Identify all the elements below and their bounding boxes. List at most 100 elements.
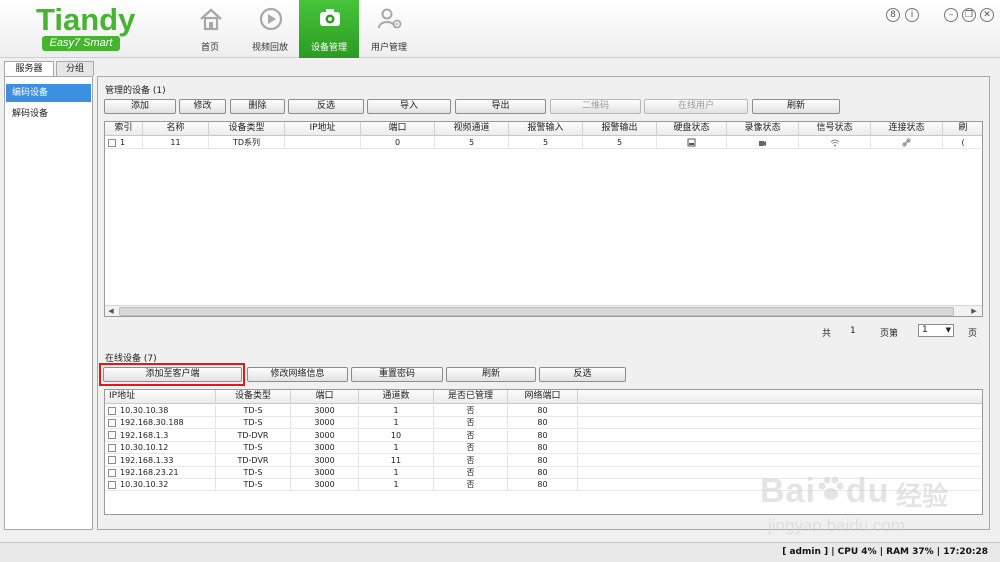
table-row[interactable]: 192.168.30.188 TD-S 3000 1 否 80 <box>105 417 982 430</box>
managed-horizontal-scrollbar[interactable]: ◀ ▶ <box>105 305 982 316</box>
cell-type: TD-S <box>216 417 291 430</box>
invert-select-online-button[interactable]: 反选 <box>539 367 626 382</box>
cell-ip: 192.168.1.3 <box>105 429 216 442</box>
sidebar-item-decoder[interactable]: 解码设备 <box>6 105 91 123</box>
pager-total-label: 共 <box>822 329 832 339</box>
add-button[interactable]: 添加 <box>104 99 176 114</box>
disk-icon <box>687 138 696 147</box>
cell-port: 3000 <box>291 405 359 417</box>
col-online-ip[interactable]: IP地址 <box>105 390 216 404</box>
watermark-word: Bai du <box>760 472 889 511</box>
nav-playback[interactable]: 视频回放 <box>240 0 300 58</box>
row-ip-text: 10.30.10.32 <box>120 480 169 490</box>
cell-net-port: 80 <box>508 454 578 467</box>
col-name[interactable]: 名称 <box>143 122 209 136</box>
col-record-status[interactable]: 录像状态 <box>727 122 799 136</box>
cell-port: 3000 <box>291 442 359 455</box>
col-index[interactable]: 索引 <box>105 122 143 136</box>
scroll-left-icon[interactable]: ◀ <box>105 306 117 316</box>
col-ip[interactable]: IP地址 <box>285 122 361 136</box>
col-alarm-out[interactable]: 报警输出 <box>583 122 657 136</box>
tab-group[interactable]: 分组 <box>56 61 94 76</box>
cell-managed: 否 <box>434 442 508 455</box>
import-button[interactable]: 导入 <box>367 99 451 114</box>
cell-type: TD-S <box>216 479 291 492</box>
nav-user-management[interactable]: 用户管理 <box>359 0 419 58</box>
close-button[interactable]: ✕ <box>980 8 994 22</box>
cell-channels: 1 <box>359 467 434 479</box>
minimize-button[interactable]: – <box>944 8 958 22</box>
tab-server[interactable]: 服务器 <box>4 61 54 76</box>
sidebar-item-encoder[interactable]: 编码设备 <box>6 84 91 102</box>
col-signal-status[interactable]: 信号状态 <box>799 122 871 136</box>
modify-network-button[interactable]: 修改网络信息 <box>247 367 348 382</box>
nav-device-management[interactable]: 设备管理 <box>299 0 359 58</box>
row-checkbox[interactable] <box>108 480 116 489</box>
col-online-channels[interactable]: 通道数 <box>359 390 434 404</box>
col-port[interactable]: 端口 <box>361 122 435 136</box>
nav-user-management-label: 用户管理 <box>370 43 407 53</box>
restore-button[interactable]: ❐ <box>962 8 976 22</box>
cell-ip: 192.168.23.21 <box>105 467 216 479</box>
row-checkbox[interactable] <box>108 431 116 440</box>
col-disk-status[interactable]: 硬盘状态 <box>657 122 727 136</box>
col-device-type[interactable]: 设备类型 <box>209 122 285 136</box>
delete-button[interactable]: 删除 <box>230 99 285 114</box>
table-row[interactable]: 10.30.10.12 TD-S 3000 1 否 80 <box>105 442 982 455</box>
col-online-net-port[interactable]: 网络端口 <box>508 390 578 404</box>
col-online-port[interactable]: 端口 <box>291 390 359 404</box>
col-online-managed[interactable]: 是否已管理 <box>434 390 508 404</box>
watermark-word-2: du <box>845 472 890 510</box>
scroll-thumb[interactable] <box>119 307 954 316</box>
cell-type: TD-S <box>216 442 291 455</box>
table-row[interactable]: 192.168.1.3 TD-DVR 3000 10 否 80 <box>105 429 982 442</box>
cell-ip <box>285 137 361 149</box>
col-connection-status[interactable]: 连接状态 <box>871 122 943 136</box>
refresh-managed-button[interactable]: 刷新 <box>752 99 840 114</box>
record-icon <box>759 141 766 146</box>
row-ip-text: 192.168.1.3 <box>120 430 169 440</box>
nav-home[interactable]: 首页 <box>180 0 240 58</box>
watermark-url: jingyan.baidu.com <box>768 516 906 535</box>
col-alarm-in[interactable]: 报警输入 <box>509 122 583 136</box>
table-row[interactable]: 10.30.10.38 TD-S 3000 1 否 80 <box>105 405 982 417</box>
cell-alarm-out: 5 <box>583 137 657 149</box>
cell-managed: 否 <box>434 454 508 467</box>
row-checkbox[interactable] <box>108 443 116 452</box>
export-button[interactable]: 导出 <box>455 99 546 114</box>
cell-net-port: 80 <box>508 479 578 492</box>
row-checkbox[interactable] <box>108 456 116 465</box>
scroll-right-icon[interactable]: ▶ <box>968 306 980 316</box>
row-checkbox[interactable] <box>108 468 116 477</box>
col-online-type[interactable]: 设备类型 <box>216 390 291 404</box>
cell-net-port: 80 <box>508 429 578 442</box>
row-ip-text: 10.30.10.12 <box>120 443 169 453</box>
reset-password-button[interactable]: 重置密码 <box>351 367 443 382</box>
watermark-word-1: Bai <box>760 472 816 510</box>
row-checkbox[interactable] <box>108 418 116 427</box>
managed-table-header: 索引 名称 设备类型 IP地址 端口 视频通道 报警输入 报警输出 硬盘状态 录… <box>105 122 982 136</box>
table-row[interactable]: 1 11 TD系列 0 5 5 5 ( <box>105 137 982 149</box>
row-checkbox[interactable] <box>108 138 116 147</box>
col-refresh[interactable]: 刷 <box>943 122 982 136</box>
row-ip-text: 10.30.10.38 <box>120 406 169 415</box>
refresh-online-button[interactable]: 刷新 <box>446 367 536 382</box>
link-icon <box>902 138 911 147</box>
nav-device-management-label: 设备管理 <box>310 43 347 53</box>
qrcode-button[interactable]: 二维码 <box>550 99 641 114</box>
col-video-channels[interactable]: 视频通道 <box>435 122 509 136</box>
page-select[interactable]: 1 ▼ <box>918 324 954 337</box>
cell-type: TD-DVR <box>216 429 291 442</box>
invert-select-button[interactable]: 反选 <box>288 99 364 114</box>
cell-net-port: 80 <box>508 417 578 430</box>
app-header: Tiandy Easy7 Smart 首页 视频回放 设备管理 用户管理 8 i… <box>0 0 1000 58</box>
info-icon[interactable]: i <box>905 8 919 22</box>
row-checkbox[interactable] <box>108 406 116 415</box>
modify-button[interactable]: 修改 <box>179 99 226 114</box>
cell-port: 3000 <box>291 417 359 430</box>
cell-type: TD-S <box>216 405 291 417</box>
cell-managed: 否 <box>434 479 508 492</box>
online-users-button[interactable]: 在线用户 <box>644 99 748 114</box>
cell-channels: 11 <box>359 454 434 467</box>
lock-icon[interactable]: 8 <box>886 8 900 22</box>
